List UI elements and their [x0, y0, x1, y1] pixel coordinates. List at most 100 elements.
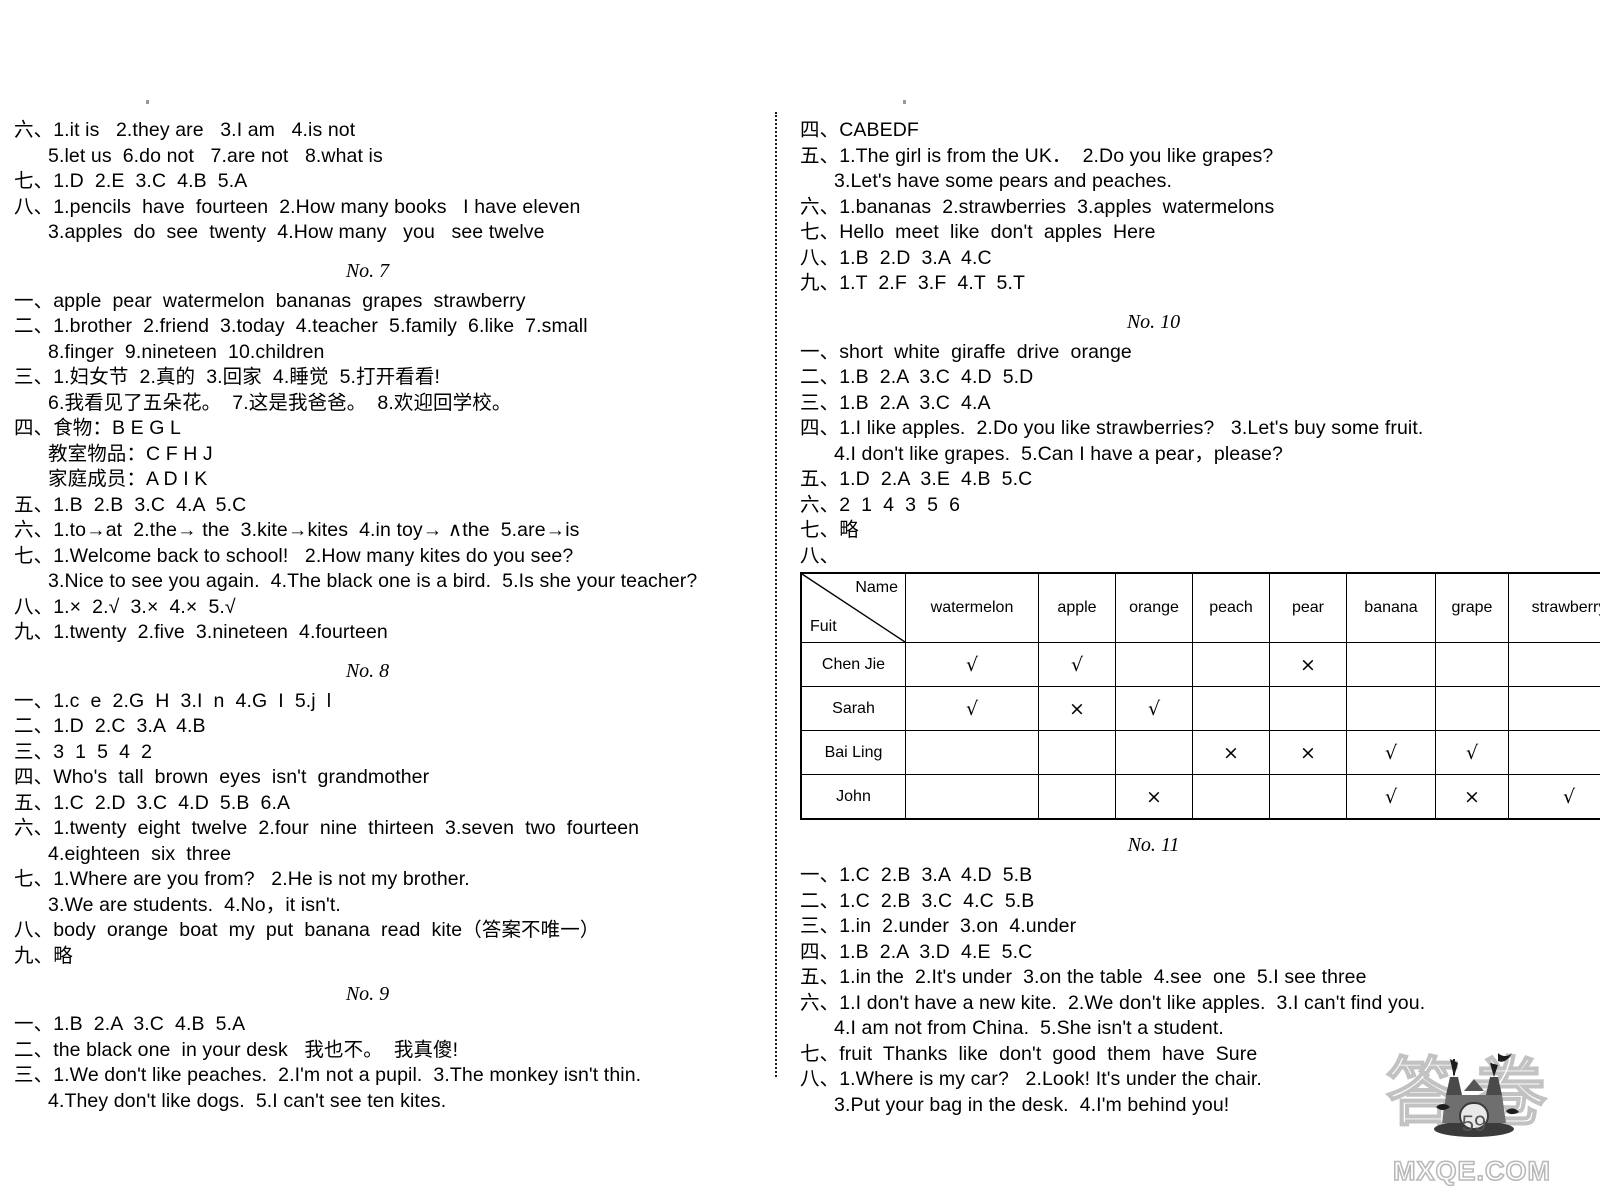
watermark-url: MXQE.COM	[1392, 1155, 1551, 1187]
answer-line: 三、1.in 2.under 3.on 4.under	[800, 915, 1077, 937]
answer-line: 七、1.Welcome back to school! 2.How many k…	[14, 544, 574, 567]
left-answer-column: 六、1.it is 2.they are 3.I am 4.is not 5.le…	[14, 118, 759, 1122]
table-cell	[1038, 730, 1116, 775]
answer-line: 七、Hello meet like don't apples Here	[800, 221, 1156, 243]
table-column-header: pear	[1269, 572, 1347, 643]
table-cell: ×	[1038, 686, 1116, 731]
table-column-header: apple	[1038, 572, 1116, 643]
table-row: John × √ × √	[800, 774, 1600, 820]
table-cell: ×	[1192, 730, 1270, 775]
cross-mark-icon: ×	[1464, 785, 1480, 808]
answer-line: 九、1.T 2.F 3.F 4.T 5.T	[800, 272, 1026, 294]
answer-line: 六、2 1 4 3 5 6	[800, 493, 961, 516]
answer-line: 七、fruit Thanks like don't good them have…	[800, 1042, 1258, 1065]
table-cell: √	[1435, 730, 1509, 775]
table-cell	[905, 774, 1039, 820]
check-mark-icon: √	[965, 697, 979, 720]
check-mark-icon: √	[1465, 741, 1479, 764]
table-row-name: John	[800, 774, 906, 820]
answer-line: 三、3 1 5 4 2	[14, 740, 153, 763]
table-row: Bai Ling × × √ √	[800, 730, 1600, 775]
table-cell	[1346, 642, 1436, 687]
answer-line: 七、略	[800, 519, 859, 541]
check-mark-icon: √	[1070, 653, 1084, 676]
section-header: No. 9	[345, 983, 390, 1005]
answer-line: 4.They don't like dogs. 5.I can't see te…	[48, 1089, 447, 1112]
answer-line: 3.apples do see twenty 4.How many you se…	[48, 221, 545, 243]
table-cell	[1269, 686, 1347, 731]
answer-line: 二、1.D 2.C 3.A 4.B	[14, 715, 206, 737]
cross-mark-icon: ×	[1146, 785, 1162, 808]
answer-line: 四、食物：B E G L	[14, 417, 181, 439]
table-cell	[1435, 686, 1509, 731]
section-header: No. 8	[345, 659, 390, 682]
corner-fruit-label: Fuit	[810, 618, 837, 635]
answer-line: 五、1.The girl is from the UK． 2.Do you li…	[800, 144, 1274, 167]
cross-mark-icon: ×	[1223, 741, 1239, 764]
answer-line: 6.我看见了五朵花。 7.这是我爸爸。 8.欢迎回学校。	[48, 391, 512, 414]
table-row: Sarah √ × √	[800, 686, 1600, 731]
check-mark-icon: √	[1562, 785, 1576, 808]
answer-line: 二、1.C 2.B 3.C 4.C 5.B	[800, 889, 1035, 912]
table-column-header: grape	[1435, 572, 1509, 643]
table-corner-cell: Name Fuit	[800, 572, 906, 643]
answer-line: 四、1.I like apples. 2.Do you like strawbe…	[800, 417, 1424, 439]
scan-speck	[146, 100, 149, 104]
table-cell: √	[1346, 774, 1436, 820]
table-cell: √	[1038, 642, 1116, 687]
table-cell	[1115, 642, 1193, 687]
table-cell: √	[1346, 730, 1436, 775]
table-cell	[1192, 686, 1270, 731]
answer-line: 七、1.D 2.E 3.C 4.B 5.A	[14, 170, 248, 192]
answer-line: 家庭成员：A D I K	[48, 468, 208, 490]
answer-line: 五、1.C 2.D 3.C 4.D 5.B 6.A	[14, 791, 291, 814]
answer-line: 二、1.B 2.A 3.C 4.D 5.D	[800, 366, 1034, 388]
table-cell	[1435, 642, 1509, 687]
check-mark-icon: √	[1147, 697, 1161, 720]
section-header: No. 11	[1127, 834, 1180, 856]
answer-line: 二、the black one in your desk 我也不。 我真傻!	[14, 1038, 459, 1061]
answer-line: 一、1.B 2.A 3.C 4.B 5.A	[14, 1013, 246, 1035]
section-header: No. 10	[1126, 310, 1181, 333]
check-mark-icon: √	[1384, 741, 1398, 764]
table-cell: ×	[1435, 774, 1509, 820]
table-cell: ×	[1115, 774, 1193, 820]
answer-line: 一、1.C 2.B 3.A 4.D 5.B	[800, 864, 1033, 886]
scan-speck	[903, 100, 906, 104]
answer-line: 三、1.B 2.A 3.C 4.A	[800, 391, 991, 414]
table-cell: √	[1508, 774, 1600, 820]
table-cell: ×	[1269, 642, 1347, 687]
answer-line: 八、1.Where is my car? 2.Look! It's under …	[800, 1068, 1262, 1090]
answer-line: 5.let us 6.do not 7.are not 8.what is	[48, 144, 383, 167]
check-mark-icon: √	[1384, 785, 1398, 808]
answer-line: 五、1.D 2.A 3.E 4.B 5.C	[800, 468, 1033, 490]
answer-line: 六、1.it is 2.they are 3.I am 4.is not	[14, 119, 356, 141]
cross-mark-icon: ×	[1300, 653, 1316, 676]
table-cell	[1038, 774, 1116, 820]
table-column-header: watermelon	[905, 572, 1039, 643]
answer-line: 八、body orange boat my put banana read ki…	[14, 919, 600, 941]
table-column-header: strawberry	[1508, 572, 1600, 643]
column-divider	[775, 112, 777, 1077]
table-cell: √	[905, 686, 1039, 731]
answer-line: 九、1.twenty 2.five 3.nineteen 4.fourteen	[14, 621, 388, 643]
answer-line: 三、1.We don't like peaches. 2.I'm not a p…	[14, 1064, 642, 1086]
answer-key-page: 六、1.it is 2.they are 3.I am 4.is not 5.le…	[0, 0, 1600, 1201]
answer-line: 8.finger 9.nineteen 10.children	[48, 340, 325, 363]
answer-line: 3.Put your bag in the desk. 4.I'm behind…	[834, 1093, 1230, 1116]
answer-line: 七、1.Where are you from? 2.He is not my b…	[14, 868, 470, 890]
answer-line: 一、1.c e 2.G H 3.I n 4.G I 5.j l	[14, 689, 332, 712]
table-cell	[1508, 730, 1600, 775]
table-cell: √	[1115, 686, 1193, 731]
table-cell	[1508, 686, 1600, 731]
answer-line: 一、apple pear watermelon bananas grapes s…	[14, 289, 526, 312]
table-row-name: Sarah	[800, 686, 906, 731]
answer-line: 4.I am not from China. 5.She isn't a stu…	[834, 1017, 1224, 1039]
answer-line: 三、1.妇女节 2.真的 3.回家 4.睡觉 5.打开看看!	[14, 366, 440, 388]
answer-line: 五、1.in the 2.It's under 3.on the table 4…	[800, 966, 1367, 988]
answer-line: 六、1.bananas 2.strawberries 3.apples wate…	[800, 195, 1275, 218]
